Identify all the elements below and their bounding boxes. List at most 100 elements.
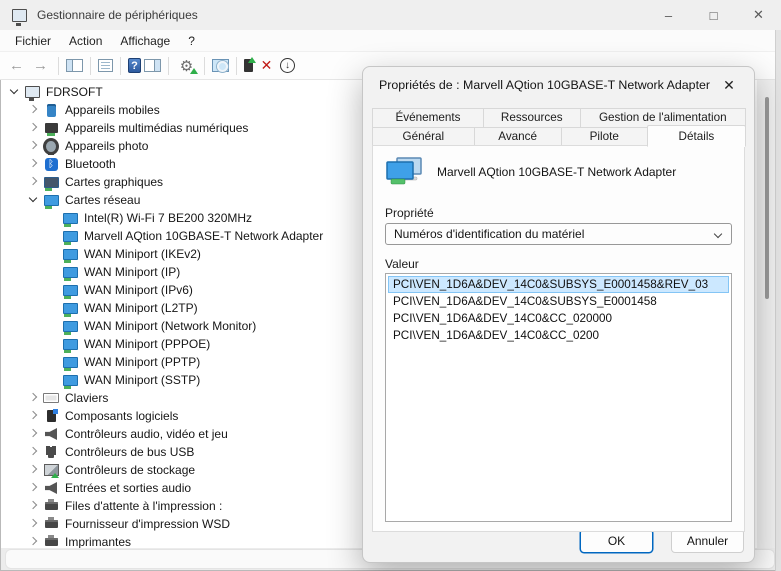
value-row[interactable]: PCI\VEN_1D6A&DEV_14C0&CC_0200: [388, 327, 729, 344]
property-dropdown-value: Numéros d'identification du matériel: [394, 227, 584, 241]
chevron-icon: [47, 231, 57, 241]
window-title: Gestionnaire de périphériques: [37, 8, 198, 22]
tree-item-label: WAN Miniport (SSTP): [84, 373, 200, 387]
chevron-icon: [28, 411, 38, 421]
tabs-row2: GénéralAvancéPiloteDétails: [372, 127, 745, 147]
value-row[interactable]: PCI\VEN_1D6A&DEV_14C0&SUBSYS_E0001458&RE…: [388, 276, 729, 293]
tab-pilote[interactable]: Pilote: [561, 127, 648, 146]
value-row[interactable]: PCI\VEN_1D6A&DEV_14C0&SUBSYS_E0001458: [388, 293, 729, 310]
tree-item-label: WAN Miniport (PPTP): [84, 355, 200, 369]
chevron-icon: [47, 339, 57, 349]
tab-general[interactable]: Général: [372, 127, 475, 146]
tree-item-label: WAN Miniport (IKEv2): [84, 247, 201, 261]
network-icon: [62, 355, 78, 370]
device-manager-icon: [12, 9, 27, 22]
chevron-icon: [28, 501, 38, 511]
bluetooth-icon: [43, 157, 59, 172]
tree-item-label: Bluetooth: [65, 157, 116, 171]
chevron-icon: [28, 447, 38, 457]
tab-details[interactable]: Détails: [647, 125, 746, 147]
back-icon[interactable]: [6, 56, 27, 75]
tree-item-label: WAN Miniport (Network Monitor): [84, 319, 256, 333]
tree-item-label: Appareils multimédias numériques: [65, 121, 248, 135]
tree-item-label: Marvell AQtion 10GBASE-T Network Adapter: [84, 229, 323, 243]
menu-affichage[interactable]: Affichage: [111, 30, 179, 52]
property-dropdown[interactable]: Numéros d'identification du matériel: [385, 223, 732, 245]
minimize-icon[interactable]: –: [646, 0, 691, 30]
menu-action[interactable]: Action: [60, 30, 111, 52]
cancel-button[interactable]: Annuler: [671, 529, 744, 553]
chevron-icon: [47, 267, 57, 277]
scan-hardware-icon[interactable]: [212, 59, 229, 72]
chevron-icon: [28, 537, 38, 547]
tree-item-label: Intel(R) Wi-Fi 7 BE200 320MHz: [84, 211, 252, 225]
tree-item-label: Contrôleurs audio, vidéo et jeu: [65, 427, 228, 441]
storage-icon: [43, 463, 59, 478]
tab-avance[interactable]: Avancé: [474, 127, 562, 146]
show-console-tree-icon[interactable]: [66, 59, 83, 72]
tree-item-label: WAN Miniport (L2TP): [84, 301, 198, 315]
property-label: Propriété: [385, 206, 434, 220]
software-icon: [43, 409, 59, 424]
update-driver-icon[interactable]: [176, 56, 197, 75]
tree-item-label: Cartes réseau: [65, 193, 140, 207]
network-icon: [62, 301, 78, 316]
tree-item-label: Appareils photo: [65, 139, 148, 153]
chevron-icon: [9, 87, 19, 97]
forward-icon[interactable]: [30, 56, 51, 75]
mobile-icon: [43, 103, 59, 118]
vertical-scrollbar-thumb[interactable]: [765, 97, 769, 299]
ok-button[interactable]: OK: [580, 529, 653, 553]
chevron-icon: [47, 321, 57, 331]
network-icon: [62, 283, 78, 298]
title-bar: Gestionnaire de périphériques – □ ✕: [0, 0, 781, 30]
menu-?[interactable]: ?: [179, 30, 204, 52]
details-tab-page: Marvell AQtion 10GBASE-T Network Adapter…: [372, 145, 745, 532]
tree-item-label: Fournisseur d'impression WSD: [65, 517, 230, 531]
window-frame-edge: [775, 30, 781, 571]
device-name: Marvell AQtion 10GBASE-T Network Adapter: [437, 165, 676, 179]
tree-item-label: Claviers: [65, 391, 108, 405]
network-icon: [62, 211, 78, 226]
tab-evenements[interactable]: Événements: [372, 108, 484, 127]
keyboard-icon: [43, 391, 59, 406]
printer-icon: [43, 517, 59, 532]
tree-item-label: Contrôleurs de bus USB: [65, 445, 194, 459]
usb-icon: [43, 445, 59, 460]
chevron-icon: [47, 375, 57, 385]
toolbar-separator: [236, 57, 237, 75]
printer-icon: [43, 499, 59, 514]
properties-icon[interactable]: [98, 59, 113, 72]
value-list: PCI\VEN_1D6A&DEV_14C0&SUBSYS_E0001458&RE…: [385, 273, 732, 522]
device-header: Marvell AQtion 10GBASE-T Network Adapter: [385, 156, 676, 188]
action-pane-icon[interactable]: [144, 59, 161, 72]
chevron-icon: [28, 465, 38, 475]
uninstall-device-icon[interactable]: [256, 56, 277, 75]
enable-device-icon[interactable]: [244, 59, 253, 72]
help-icon[interactable]: [128, 58, 141, 73]
chevron-icon: [28, 141, 38, 151]
network-icon: [62, 337, 78, 352]
chevron-icon: [28, 519, 38, 529]
chevron-icon: [28, 177, 38, 187]
close-icon[interactable]: ✕: [736, 0, 781, 30]
chevron-icon: [28, 195, 38, 205]
sound-icon: [43, 427, 59, 442]
tab-strip: ÉvénementsRessourcesGestion de l'aliment…: [372, 108, 745, 147]
tree-item-label: WAN Miniport (IPv6): [84, 283, 193, 297]
maximize-icon[interactable]: □: [691, 0, 736, 30]
tree-item-label: Imprimantes: [65, 535, 131, 548]
window-controls: – □ ✕: [646, 0, 781, 30]
chevron-icon: [28, 483, 38, 493]
properties-dialog: Propriétés de : Marvell AQtion 10GBASE-T…: [362, 66, 755, 563]
toolbar-separator: [204, 57, 205, 75]
dialog-close-icon[interactable]: ✕: [719, 75, 739, 95]
tab-ressources[interactable]: Ressources: [483, 108, 581, 127]
value-row[interactable]: PCI\VEN_1D6A&DEV_14C0&CC_020000: [388, 310, 729, 327]
computer-icon: [24, 85, 40, 100]
disable-device-icon[interactable]: [280, 58, 295, 73]
chevron-icon: [47, 285, 57, 295]
menu-fichier[interactable]: Fichier: [6, 30, 60, 52]
toolbar-separator: [90, 57, 91, 75]
network-icon: [62, 229, 78, 244]
